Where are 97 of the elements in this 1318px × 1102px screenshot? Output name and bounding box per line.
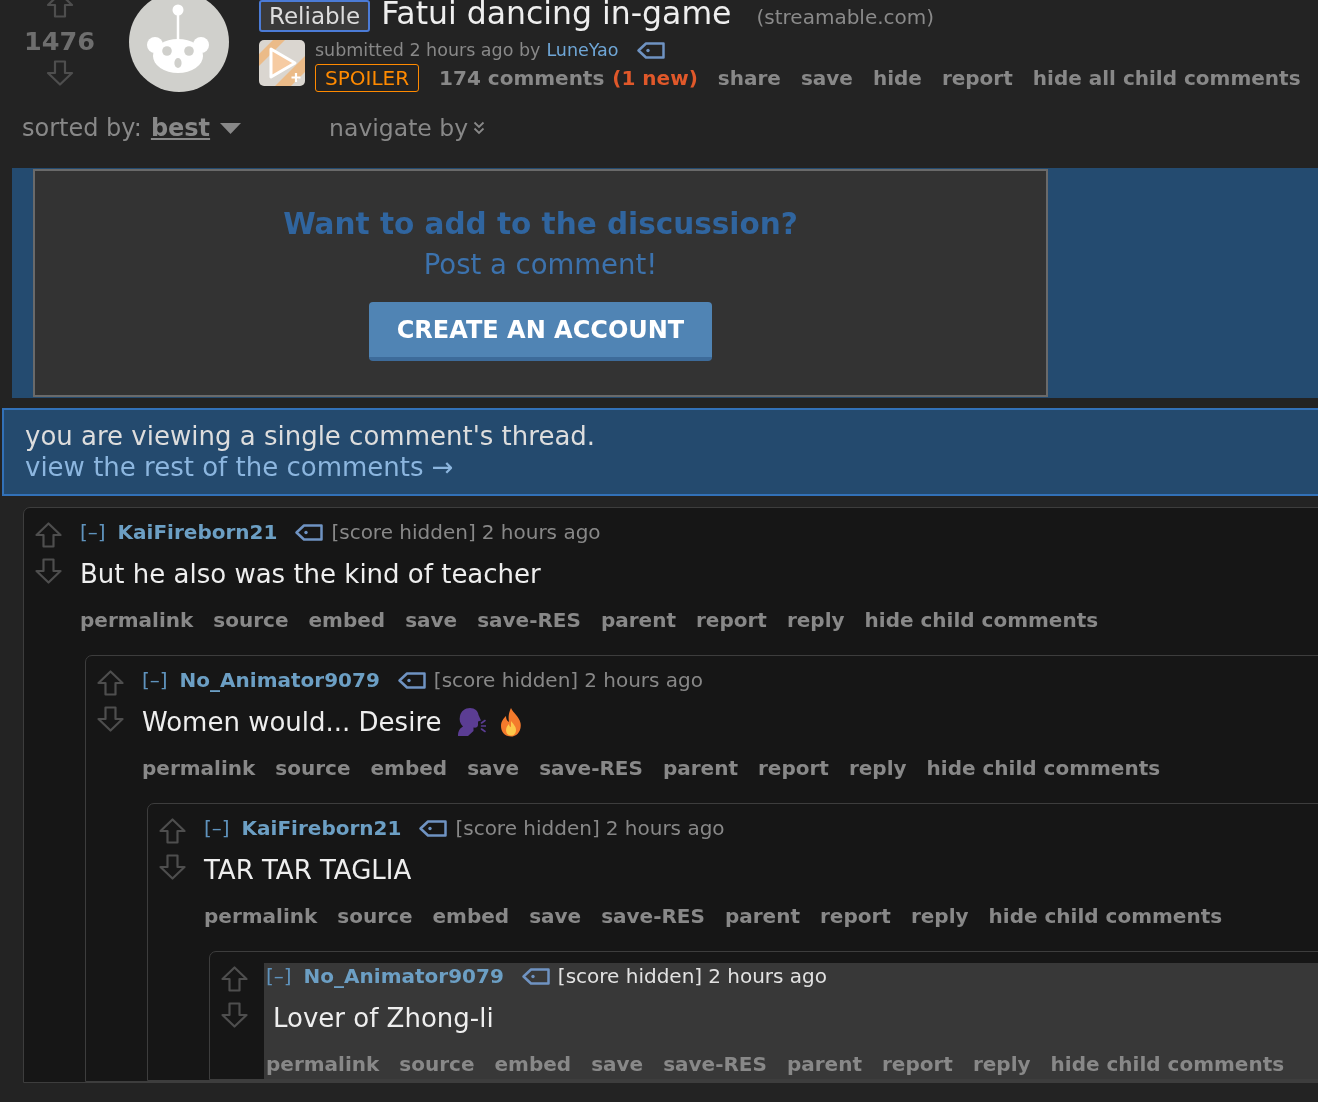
post-action-link[interactable]: save [800, 66, 853, 90]
comment-action-link[interactable]: save [591, 1052, 644, 1076]
collapse-toggle[interactable]: [–] [266, 964, 292, 988]
navigate-menu[interactable]: navigate by [329, 113, 469, 143]
new-comments-count: (1 new) [612, 66, 698, 90]
comment-action-link[interactable]: embed [308, 608, 386, 632]
comment-action-link[interactable]: save-RES [663, 1052, 767, 1076]
down-arrow-icon[interactable] [45, 60, 74, 86]
score-status: [score hidden] [455, 816, 600, 840]
username-link[interactable]: KaiFireborn21 [117, 520, 278, 544]
down-arrow-icon[interactable] [35, 558, 62, 584]
score-status: [score hidden] [557, 964, 703, 988]
up-arrow-icon[interactable] [97, 670, 124, 696]
comment-action-link[interactable]: reply [972, 1052, 1031, 1076]
comment-action-link[interactable]: permalink [142, 756, 256, 780]
tag-icon[interactable] [419, 819, 448, 837]
fire-icon [498, 707, 523, 737]
collapse-toggle[interactable]: [–] [204, 816, 230, 840]
comment-text: Lover of Zhong-li [273, 1002, 494, 1035]
comment-action-link[interactable]: save [405, 608, 458, 632]
comment-action-link[interactable]: parent [724, 904, 800, 928]
comment-action-link[interactable]: source [337, 904, 413, 928]
comment-action-link[interactable]: hide child comments [926, 756, 1161, 780]
tag-icon[interactable] [521, 967, 550, 985]
caret-icon[interactable] [220, 122, 242, 134]
double-chevron-icon[interactable] [473, 121, 486, 135]
comment-action-link[interactable]: hide child comments [864, 608, 1099, 632]
create-account-button[interactable]: CREATE AN ACCOUNT [368, 302, 713, 361]
comment-action-link[interactable]: report [881, 1052, 953, 1076]
timestamp: 2 hours ago [481, 520, 601, 544]
comment-action-link[interactable]: source [213, 608, 289, 632]
score-status: [score hidden] [433, 668, 579, 692]
post-flair: Reliable [259, 0, 371, 32]
comment-action-link[interactable]: report [695, 608, 767, 632]
comment-action-link[interactable]: source [275, 756, 351, 780]
post-action-link[interactable]: share [717, 66, 781, 90]
up-arrow-icon[interactable] [221, 966, 248, 992]
tag-icon[interactable] [295, 523, 324, 541]
comment-action-link[interactable]: parent [662, 756, 738, 780]
comment-action-link[interactable]: report [757, 756, 829, 780]
tag-icon[interactable] [397, 671, 426, 689]
comment-action-link[interactable]: report [819, 904, 891, 928]
comment-action-link[interactable]: save-RES [477, 608, 581, 632]
username-link[interactable]: No_Animator9079 [179, 668, 380, 692]
comment-action-link[interactable]: reply [848, 756, 907, 780]
post-action-link[interactable]: hide all child comments [1032, 66, 1301, 90]
username-link[interactable]: No_Animator9079 [303, 964, 504, 988]
collapse-toggle[interactable]: [–] [80, 520, 106, 544]
comment-action-link[interactable]: permalink [204, 904, 318, 928]
comment-text: TAR TAR TAGLIA [204, 854, 412, 887]
comments-link[interactable]: 174 comments [439, 66, 605, 90]
up-arrow-icon[interactable] [159, 818, 186, 844]
comment-action-link[interactable]: parent [786, 1052, 862, 1076]
post-title[interactable]: Fatui dancing in-game [381, 0, 732, 31]
score-count: 1476 [24, 26, 95, 56]
down-arrow-icon[interactable] [97, 706, 124, 732]
play-button-icon[interactable] [259, 40, 305, 86]
comment-action-link[interactable]: hide child comments [988, 904, 1223, 928]
comment-action-link[interactable]: save-RES [539, 756, 643, 780]
comment-action-link[interactable]: embed [494, 1052, 572, 1076]
comment-action-link[interactable]: hide child comments [1050, 1052, 1285, 1076]
timestamp: 2 hours ago [605, 816, 725, 840]
view-all-link[interactable]: view the rest of the comments → [25, 452, 454, 482]
prompt-heading: Want to add to the discussion? [282, 206, 799, 242]
spoiler-label: SPOILER [315, 64, 420, 92]
submitted-text: submitted 2 hours ago by [315, 40, 541, 60]
domain-link[interactable]: (streamable.com) [756, 5, 935, 29]
comment-action-link[interactable]: permalink [266, 1052, 380, 1076]
comment-action-link[interactable]: embed [432, 904, 510, 928]
score-status: [score hidden] [331, 520, 476, 544]
comment-action-link[interactable]: save [467, 756, 520, 780]
timestamp: 2 hours ago [708, 964, 827, 988]
comment-action-link[interactable]: reply [910, 904, 969, 928]
collapse-toggle[interactable]: [–] [142, 668, 168, 692]
comment-text: But he also was the kind of teacher [80, 558, 541, 591]
comment-action-link[interactable]: save [529, 904, 582, 928]
comment-action-link[interactable]: source [399, 1052, 475, 1076]
down-arrow-icon[interactable] [221, 1002, 248, 1028]
username-link[interactable]: KaiFireborn21 [241, 816, 402, 840]
tag-icon[interactable] [636, 41, 665, 59]
comment-action-link[interactable]: parent [600, 608, 676, 632]
notice-text: you are viewing a single comment's thread. [25, 421, 597, 452]
comment-action-link[interactable]: permalink [80, 608, 194, 632]
comment-action-link[interactable]: save-RES [601, 904, 705, 928]
up-arrow-icon[interactable] [35, 522, 62, 548]
comment-action-link[interactable]: reply [786, 608, 845, 632]
author-link[interactable]: LuneYao [546, 40, 619, 60]
sort-dropdown[interactable]: best [150, 113, 211, 143]
post-action-link[interactable]: report [941, 66, 1013, 90]
timestamp: 2 hours ago [584, 668, 703, 692]
sort-label: sorted by: [22, 113, 142, 143]
post-action-link[interactable]: hide [872, 66, 922, 90]
comment-action-link[interactable]: embed [370, 756, 448, 780]
down-arrow-icon[interactable] [159, 854, 186, 880]
up-arrow-icon[interactable] [45, 0, 74, 18]
alien-head-icon[interactable] [129, 0, 229, 92]
comment-text: Women would... Desire [142, 706, 442, 739]
